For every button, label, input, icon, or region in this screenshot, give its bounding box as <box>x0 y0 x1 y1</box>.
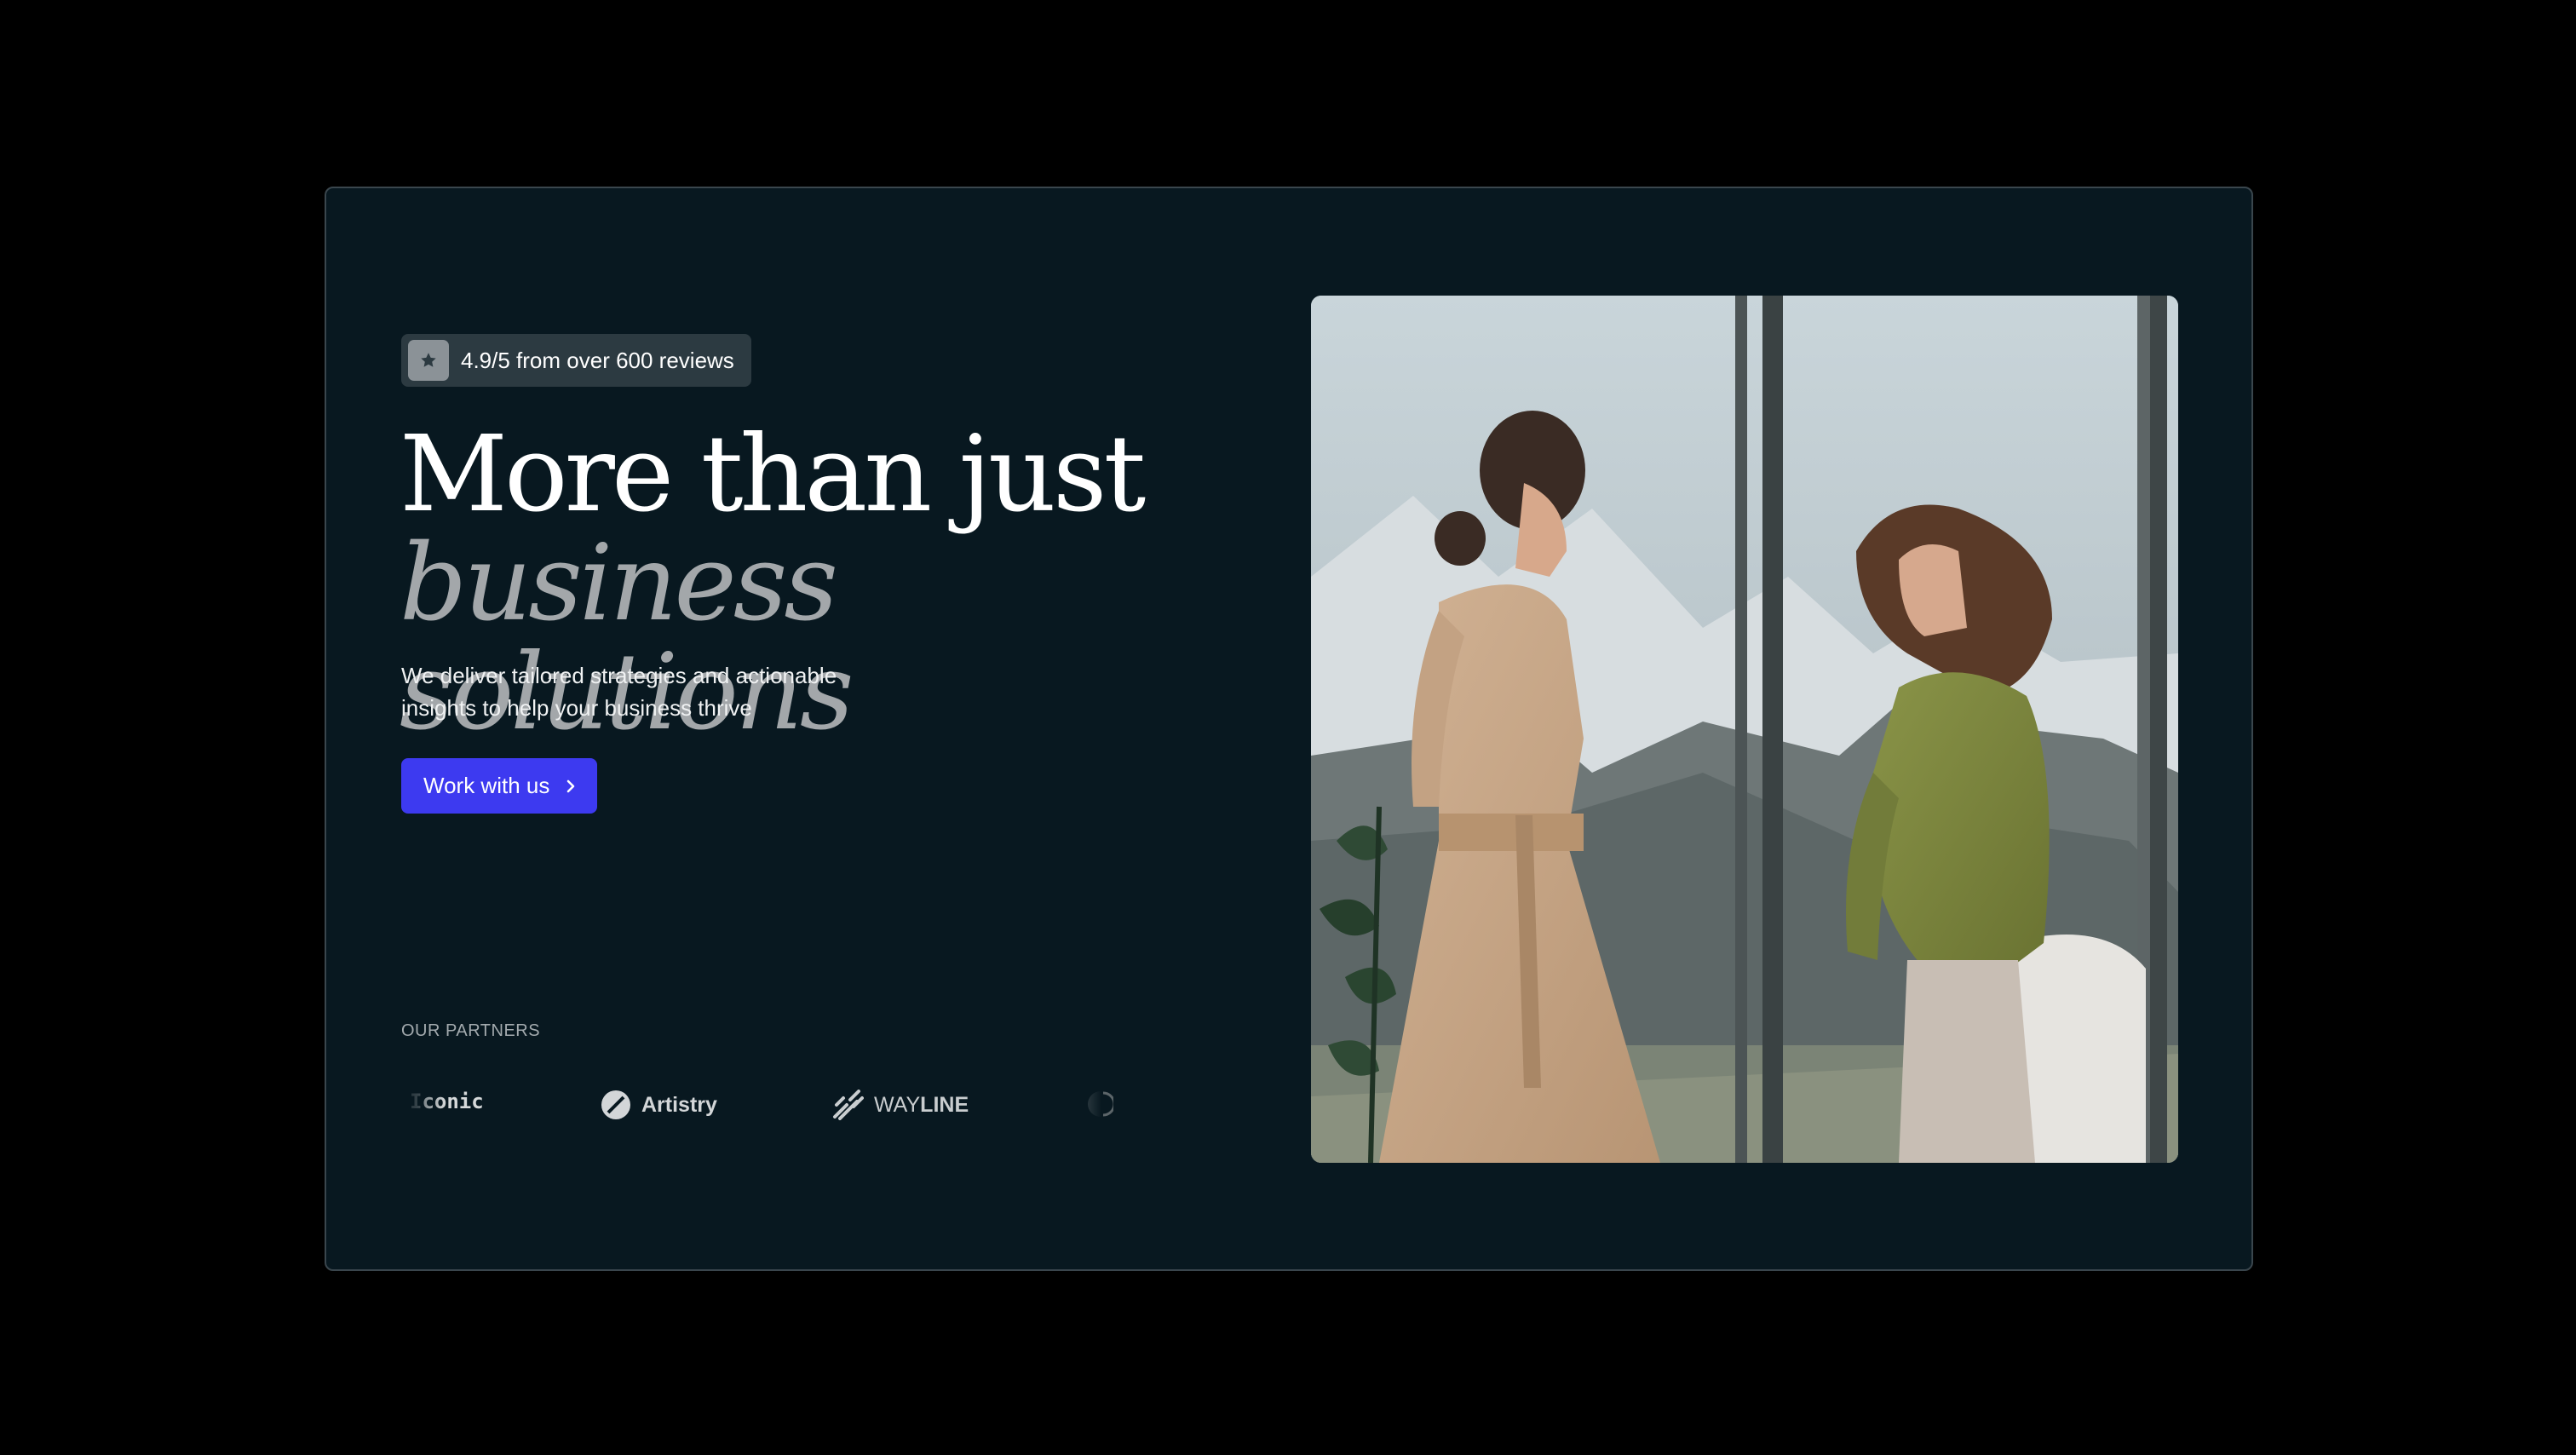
artistry-name: Artistry <box>641 1092 717 1117</box>
partners-fade-right <box>1042 1066 1101 1142</box>
hero-card: 4.9/5 from over 600 reviews More than ju… <box>325 187 2253 1271</box>
hero-subtext: We deliver tailored strategies and actio… <box>401 659 895 724</box>
partner-logo-artistry: Artistry <box>601 1090 717 1120</box>
partner-logo-wayline: WAYLINE <box>831 1090 969 1120</box>
work-with-us-button[interactable]: Work with us <box>401 758 598 814</box>
headline-line-1: More than just <box>400 413 1146 536</box>
subtext-line-1: We deliver tailored strategies and actio… <box>401 663 837 688</box>
two-women-talking-photo <box>1311 296 2178 1163</box>
rating-text: 4.9/5 from over 600 reviews <box>461 347 734 373</box>
wayline-name: LINE <box>920 1092 969 1117</box>
subtext-line-2: insights to help your business thrive <box>401 695 752 721</box>
star-icon <box>408 340 449 381</box>
rating-badge: 4.9/5 from over 600 reviews <box>401 334 751 387</box>
slash-circle-icon <box>601 1090 630 1119</box>
wayline-prefix: WAY <box>874 1092 921 1117</box>
page-stage: 4.9/5 from over 600 reviews More than ju… <box>0 0 2576 1455</box>
partners-label: OUR PARTNERS <box>401 1021 541 1040</box>
chevron-right-icon <box>567 779 575 792</box>
partners-fade-left <box>394 1066 446 1142</box>
wayline-icon <box>833 1090 864 1120</box>
cta-label: Work with us <box>423 773 550 798</box>
